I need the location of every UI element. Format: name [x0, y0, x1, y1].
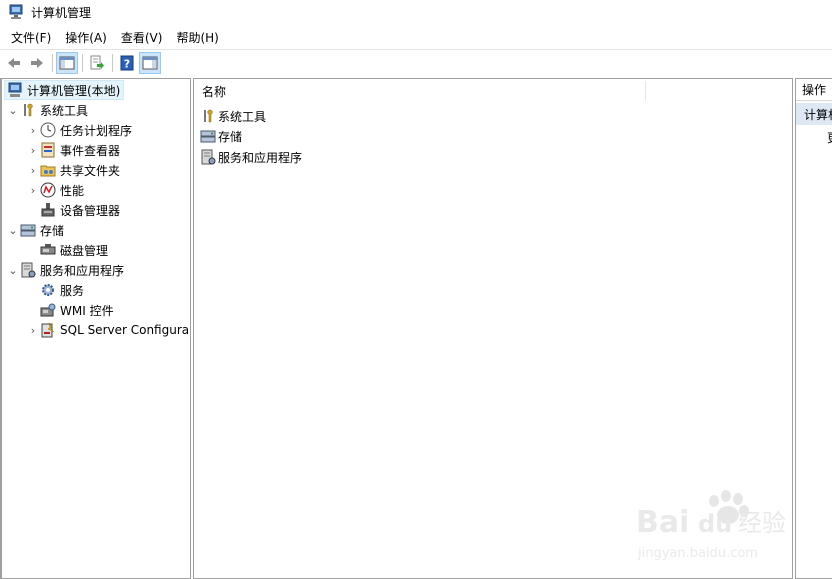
actions-section-computer-management[interactable]: 计算机 — [796, 103, 832, 125]
chevron-right-icon[interactable]: › — [26, 323, 40, 337]
menu-action[interactable]: 操作(A) — [58, 27, 114, 48]
computer-management-window: 计算机管理 文件(F) 操作(A) 查看(V) 帮助(H) ? 计算机管理(本地… — [0, 0, 832, 579]
back-arrow-icon[interactable] — [3, 52, 25, 74]
list-item-label: 存储 — [218, 129, 243, 144]
tree-item-label: 磁盘管理 — [60, 243, 109, 258]
performance-icon — [40, 182, 56, 198]
menu-file[interactable]: 文件(F) — [4, 27, 58, 48]
tree-item-system-tools[interactable]: ⌄ 系统工具 — [6, 100, 88, 120]
tools-icon — [20, 102, 36, 118]
shared-folder-icon — [40, 162, 56, 178]
tree-root-item[interactable]: 计算机管理(本地) — [4, 80, 125, 100]
tree-item-label: 服务和应用程序 — [40, 263, 125, 278]
tree-item-label: 任务计划程序 — [60, 123, 133, 138]
actions-header: 操作 — [796, 79, 832, 101]
storage-icon — [20, 222, 36, 238]
computer-management-icon — [8, 4, 24, 20]
chevron-right-icon[interactable]: › — [26, 143, 40, 157]
sql-server-icon — [40, 322, 56, 338]
computer-management-icon — [7, 82, 23, 98]
tree-item-label: 共享文件夹 — [60, 163, 121, 178]
tree-item-services[interactable]: 服务 — [40, 280, 84, 300]
action-more[interactable]: 更 — [827, 129, 832, 146]
toolbar-separator — [52, 53, 53, 72]
tools-icon — [200, 108, 216, 124]
list-item-label: 系统工具 — [218, 109, 267, 124]
toolbar: ? — [0, 49, 832, 75]
tree-item-services-apps[interactable]: ⌄ 服务和应用程序 — [6, 260, 124, 280]
clock-icon — [40, 122, 56, 138]
toolbar-separator — [82, 53, 83, 72]
export-list-icon[interactable] — [86, 52, 108, 74]
tree-item-wmi-control[interactable]: WMI 控件 — [40, 300, 114, 320]
show-hide-console-tree-icon[interactable] — [56, 51, 78, 74]
console-tree: 计算机管理(本地) ⌄ 系统工具 › 任务计划程序 › 事件查看器 › 共享文件… — [0, 78, 191, 579]
chevron-down-icon[interactable]: ⌄ — [6, 103, 20, 117]
window-title: 计算机管理 — [31, 5, 92, 20]
menu-help[interactable]: 帮助(H) — [169, 27, 225, 48]
wmi-icon — [40, 302, 56, 318]
tree-item-event-viewer[interactable]: › 事件查看器 — [26, 140, 120, 160]
tree-item-shared-folders[interactable]: › 共享文件夹 — [26, 160, 120, 180]
storage-icon — [200, 128, 216, 144]
tree-item-performance[interactable]: › 性能 — [26, 180, 84, 200]
column-divider[interactable] — [645, 81, 646, 101]
tree-root-label: 计算机管理(本地) — [27, 83, 121, 98]
disk-icon — [40, 242, 56, 258]
forward-arrow-icon[interactable] — [26, 52, 48, 74]
tree-item-label: 事件查看器 — [60, 143, 121, 158]
chevron-right-icon[interactable]: › — [26, 123, 40, 137]
gear-icon — [40, 282, 56, 298]
column-header-name[interactable]: 名称 — [194, 79, 792, 103]
toolbar-separator — [112, 53, 113, 72]
column-header-label: 名称 — [202, 84, 227, 99]
result-list-pane: 名称 系统工具 存储 服务和应用程序 — [193, 78, 793, 579]
list-item[interactable]: 存储 — [200, 126, 242, 146]
services-apps-icon — [200, 149, 216, 165]
tree-item-sql-server-config[interactable]: › SQL Server Configura — [26, 320, 189, 340]
tree-item-label: WMI 控件 — [60, 303, 114, 318]
services-apps-icon — [20, 262, 36, 278]
title-bar: 计算机管理 — [0, 0, 832, 24]
tree-item-device-manager[interactable]: 设备管理器 — [40, 200, 120, 220]
tree-item-disk-management[interactable]: 磁盘管理 — [40, 240, 108, 260]
list-item[interactable]: 系统工具 — [200, 106, 266, 126]
tree-item-label: SQL Server Configura — [60, 323, 190, 337]
chevron-right-icon[interactable]: › — [26, 163, 40, 177]
menu-bar: 文件(F) 操作(A) 查看(V) 帮助(H) — [0, 26, 226, 48]
tree-item-task-scheduler[interactable]: › 任务计划程序 — [26, 120, 132, 140]
tree-item-label: 性能 — [60, 183, 85, 198]
help-icon[interactable]: ? — [116, 52, 138, 74]
tree-item-label: 系统工具 — [40, 103, 89, 118]
menu-view[interactable]: 查看(V) — [114, 27, 170, 48]
chevron-down-icon[interactable]: ⌄ — [6, 223, 20, 237]
chevron-right-icon[interactable]: › — [26, 183, 40, 197]
chevron-down-icon[interactable]: ⌄ — [6, 263, 20, 277]
device-manager-icon — [40, 202, 56, 218]
tree-item-label: 存储 — [40, 223, 65, 238]
show-hide-action-pane-icon[interactable] — [139, 51, 161, 74]
tree-item-label: 服务 — [60, 283, 85, 298]
list-item-label: 服务和应用程序 — [218, 150, 303, 165]
actions-pane: 操作 计算机 更 — [795, 78, 832, 579]
event-viewer-icon — [40, 142, 56, 158]
list-item[interactable]: 服务和应用程序 — [200, 147, 302, 167]
svg-text:?: ? — [124, 57, 130, 70]
tree-item-storage[interactable]: ⌄ 存储 — [6, 220, 64, 240]
tree-item-label: 设备管理器 — [60, 203, 121, 218]
